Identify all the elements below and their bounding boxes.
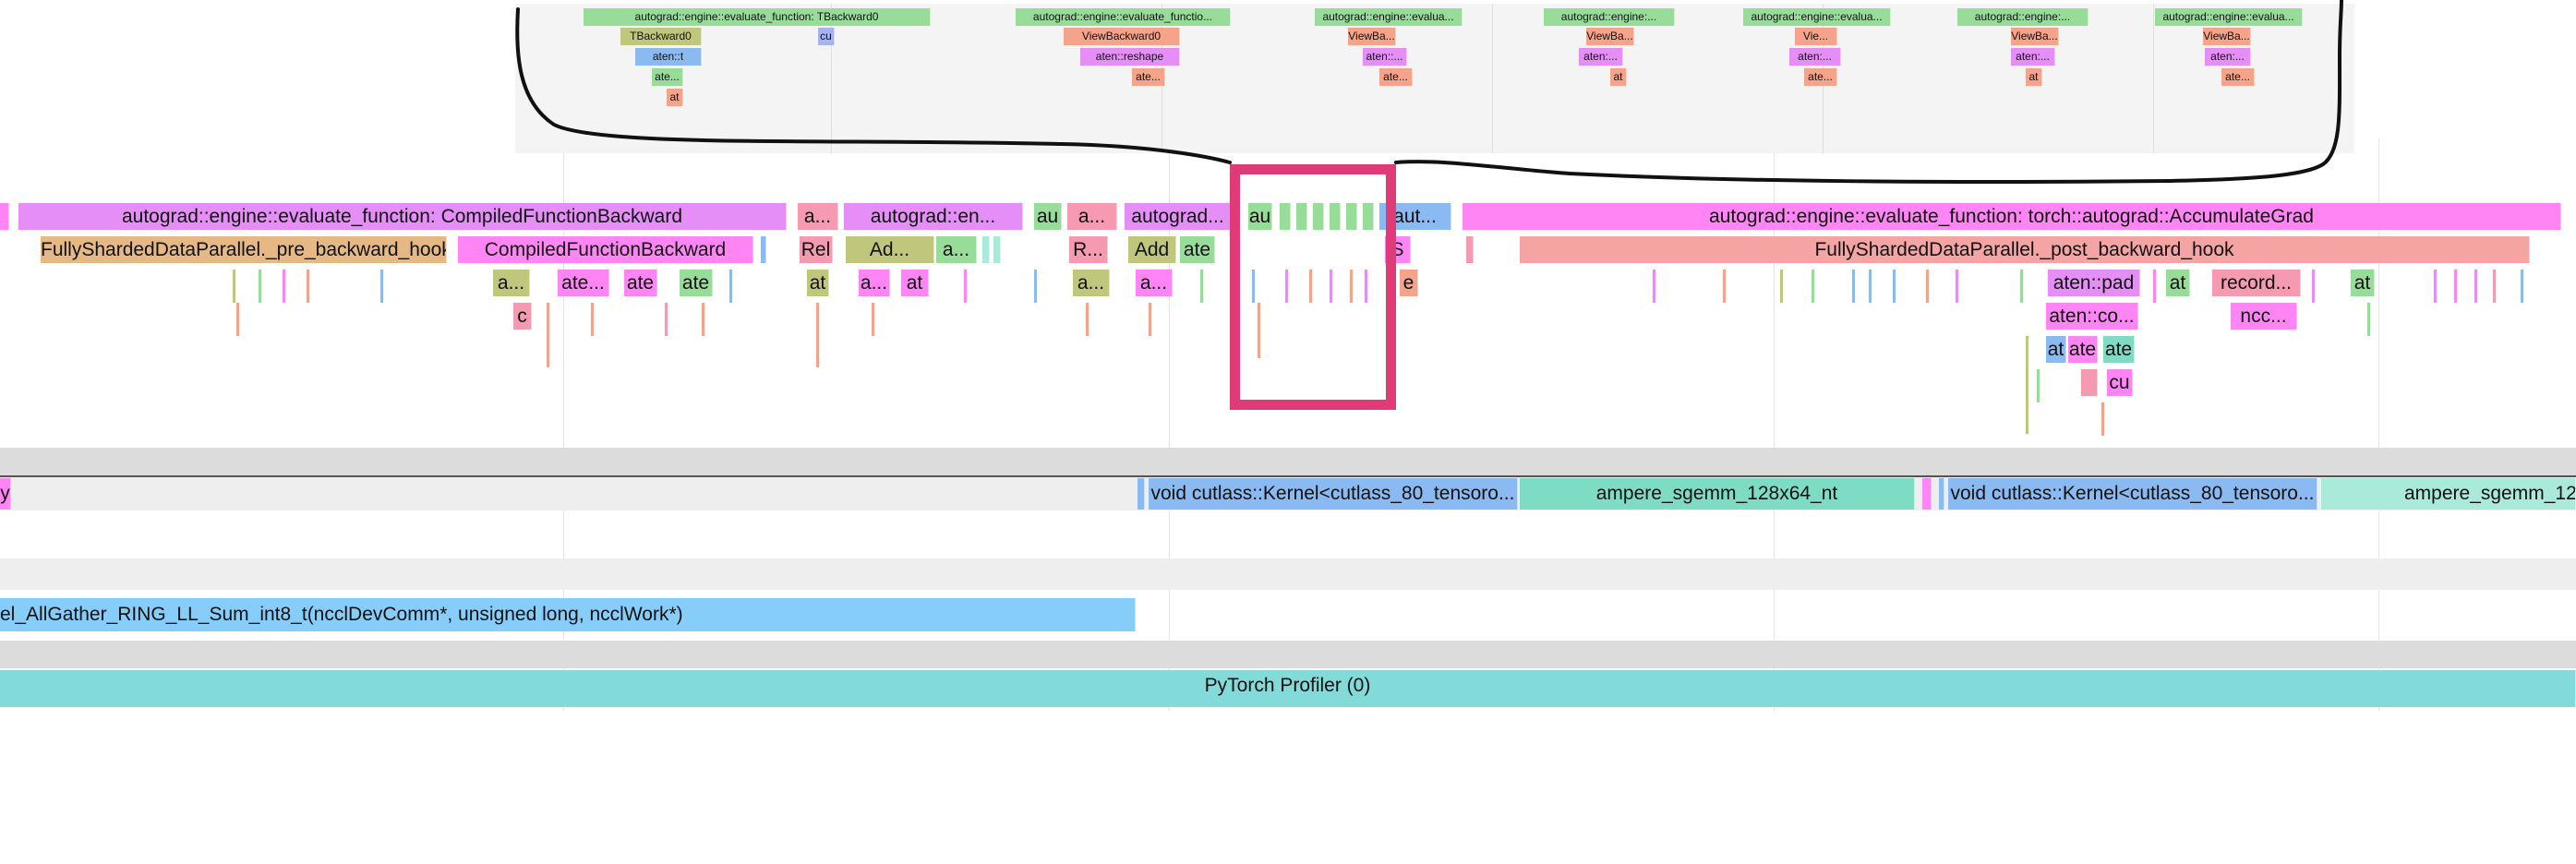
hand-drawn-callout-outline [515, 0, 2343, 185]
highlight-box [1230, 164, 1396, 410]
